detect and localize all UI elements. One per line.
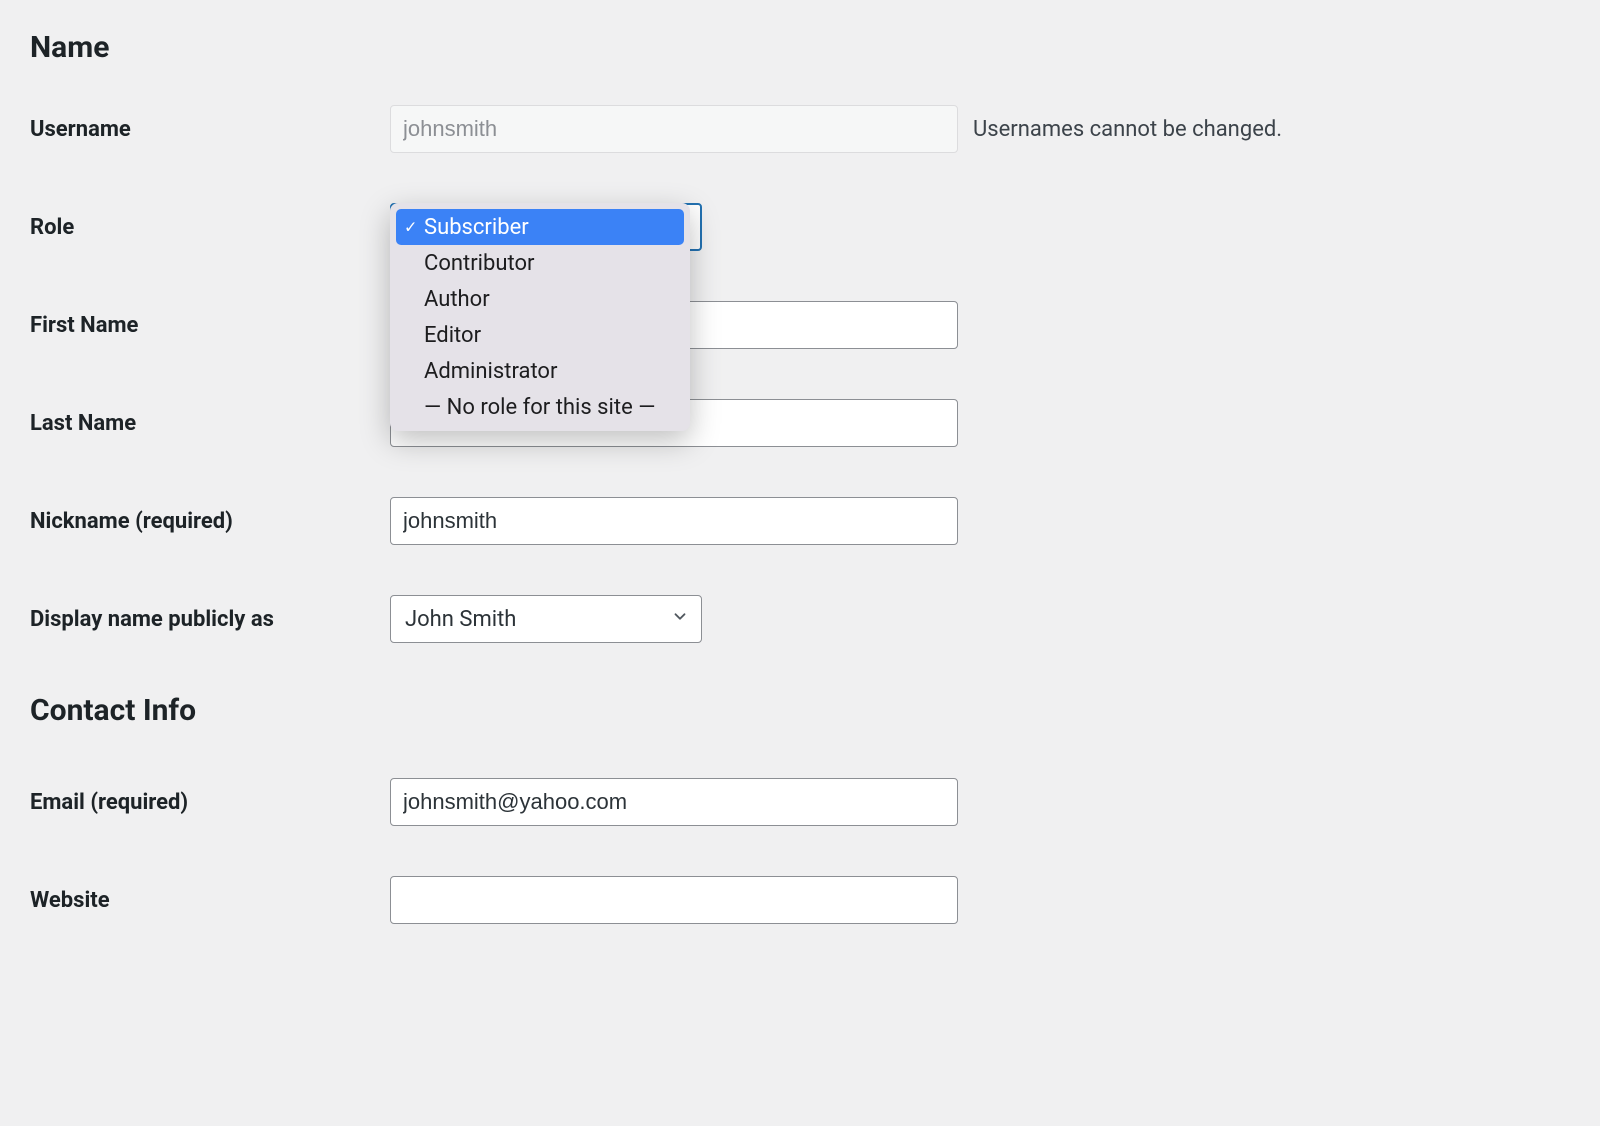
role-label: Role [30,215,390,240]
role-option-label: Author [424,287,490,312]
name-section-heading: Name [30,30,1570,65]
role-option-author[interactable]: Author [396,281,684,317]
role-option-label: Editor [424,323,481,348]
first-name-label: First Name [30,313,390,338]
email-input[interactable] [390,778,958,826]
username-hint: Usernames cannot be changed. [973,117,1282,142]
role-option-subscriber[interactable]: ✓ Subscriber [396,209,684,245]
display-name-value: John Smith [405,607,516,632]
display-name-select[interactable]: John Smith [390,595,702,643]
role-option-no-role[interactable]: — No role for this site — [396,389,684,425]
role-option-label: Contributor [424,251,534,276]
role-option-administrator[interactable]: Administrator [396,353,684,389]
role-option-label: — No role for this site — [424,395,655,420]
role-option-label: Administrator [424,359,557,384]
website-input[interactable] [390,876,958,924]
nickname-label: Nickname (required) [30,509,390,534]
username-label: Username [30,117,390,142]
email-label: Email (required) [30,790,390,815]
role-dropdown[interactable]: ✓ Subscriber Contributor Author Editor A… [390,203,690,431]
username-input [390,105,958,153]
role-option-contributor[interactable]: Contributor [396,245,684,281]
last-name-label: Last Name [30,411,390,436]
nickname-input[interactable] [390,497,958,545]
check-icon: ✓ [404,218,417,237]
chevron-down-icon [671,607,689,632]
website-label: Website [30,888,390,913]
display-name-label: Display name publicly as [30,607,390,632]
contact-section-heading: Contact Info [30,693,1570,728]
role-option-label: Subscriber [424,215,529,240]
role-option-editor[interactable]: Editor [396,317,684,353]
